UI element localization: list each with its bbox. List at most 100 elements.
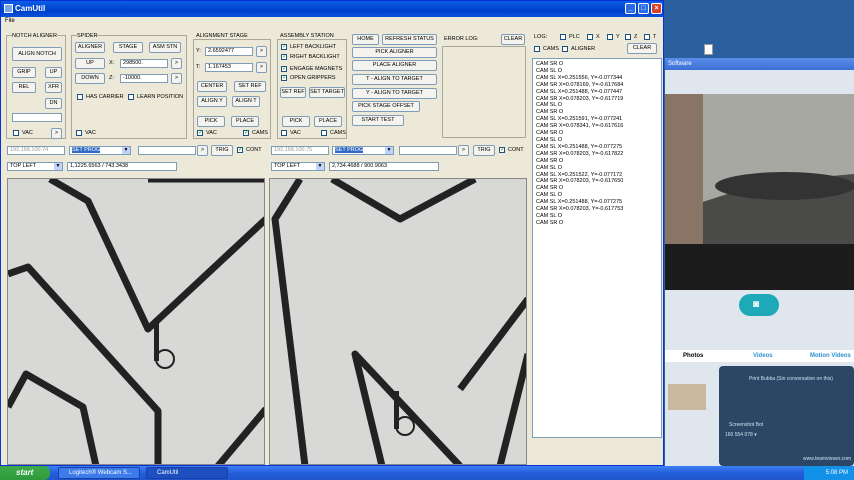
x-checkbox[interactable] xyxy=(587,34,593,40)
stage-t-input[interactable]: 1.167453 xyxy=(205,63,253,72)
assembly-vac-checkbox[interactable] xyxy=(281,130,287,136)
left-cont-checkbox[interactable] xyxy=(237,146,243,153)
spider-x-arrow[interactable]: > xyxy=(171,58,182,69)
right-backlight-checkbox[interactable] xyxy=(281,53,287,60)
spider-vac-checkbox[interactable] xyxy=(76,130,82,136)
y-label: Y xyxy=(616,34,620,40)
log-clear-button[interactable]: CLEAR xyxy=(627,43,657,54)
stage-t-arrow[interactable]: > xyxy=(256,62,267,73)
left-prog-input[interactable] xyxy=(138,146,196,155)
pick-stage-offset-button[interactable]: PICK STAGE OFFSET xyxy=(352,101,420,112)
error-clear-button[interactable]: CLEAR xyxy=(501,34,525,45)
stage-set-ref-button[interactable]: SET REF xyxy=(234,81,266,92)
notch-arrow-button[interactable]: > xyxy=(51,128,62,139)
notch-vac-checkbox[interactable] xyxy=(13,130,19,136)
right-origin-select[interactable]: TOP LEFT ▼ xyxy=(271,162,325,171)
spider-stage-button[interactable]: STAGE xyxy=(113,42,143,53)
left-camera-view[interactable] xyxy=(7,178,265,465)
spider-vac-label: VAC xyxy=(85,130,96,136)
assembly-place-button[interactable]: PLACE xyxy=(314,116,342,127)
notch-dn-button[interactable]: DN xyxy=(45,98,62,109)
log-line: CAM SL X=0.251488, Y=-0.077275 xyxy=(536,143,623,150)
stage-cams-checkbox[interactable] xyxy=(243,129,249,136)
spider-up-button[interactable]: UP xyxy=(75,58,105,69)
start-test-button[interactable]: START TEST xyxy=(352,115,404,126)
center-button[interactable]: CENTER xyxy=(197,81,227,92)
notch-up-button[interactable]: UP xyxy=(45,67,62,78)
left-set-prog-select[interactable]: SET PROG ▼ xyxy=(69,146,131,155)
t-checkbox[interactable] xyxy=(644,34,650,40)
aligner-log-checkbox[interactable] xyxy=(562,46,568,52)
plc-checkbox[interactable] xyxy=(560,34,566,40)
right-prog-arrow[interactable]: > xyxy=(458,145,469,156)
align-t-button[interactable]: ALIGN T xyxy=(232,96,260,107)
rel-button[interactable]: REL xyxy=(12,82,36,93)
set-target-button[interactable]: SET TARGET xyxy=(309,87,345,98)
z-checkbox[interactable] xyxy=(625,34,631,40)
maximize-button[interactable]: □ xyxy=(638,3,649,14)
log-line: CAM SR O xyxy=(536,109,564,116)
assembly-pick-button[interactable]: PICK xyxy=(282,116,310,127)
right-cam-ip[interactable]: 192.168.100.75 xyxy=(271,146,329,155)
t-align-target-button[interactable]: T - ALIGN TO TARGET xyxy=(352,74,437,85)
y-checkbox[interactable] xyxy=(607,34,613,40)
tab-motion-videos[interactable]: Motion Videos xyxy=(810,353,851,359)
left-trig-button[interactable]: TRIG xyxy=(211,145,233,156)
right-cont-checkbox[interactable] xyxy=(499,146,505,153)
tab-photos[interactable]: Photos xyxy=(683,353,703,359)
spider-x-input[interactable]: 298500. xyxy=(120,59,168,68)
align-notch-button[interactable]: ALIGN NOTCH xyxy=(12,47,62,61)
tv-session-label: Screenshot Bot xyxy=(729,422,764,428)
stage-y-input[interactable]: 2.6592477 xyxy=(205,47,253,56)
photo-thumbnail[interactable] xyxy=(668,384,706,410)
stage-vac-checkbox[interactable] xyxy=(197,129,203,136)
start-button[interactable]: start xyxy=(0,466,50,480)
refresh-status-button[interactable]: REFRESH STATUS xyxy=(382,34,437,45)
engage-magnets-checkbox[interactable] xyxy=(281,65,287,72)
xfr-button[interactable]: XFR xyxy=(45,82,62,93)
asm-stn-button[interactable]: ASM STN xyxy=(149,42,181,53)
assembly-set-ref-button[interactable]: SET REF xyxy=(280,87,306,98)
grip-button[interactable]: GRIP xyxy=(12,67,36,78)
spider-aligner-button[interactable]: ALIGNER xyxy=(75,42,105,53)
stage-y-arrow[interactable]: > xyxy=(256,46,267,57)
left-cam-ip[interactable]: 192.168.100.74 xyxy=(7,146,65,155)
close-button[interactable]: × xyxy=(651,3,662,14)
home-button[interactable]: HOME xyxy=(352,34,379,45)
y-align-target-button[interactable]: Y - ALIGN TO TARGET xyxy=(352,88,437,99)
right-trig-button[interactable]: TRIG xyxy=(473,145,495,156)
title-bar: CamUtil _ □ × xyxy=(1,1,663,17)
left-prog-arrow[interactable]: > xyxy=(197,145,208,156)
cams-log-checkbox[interactable] xyxy=(534,46,540,52)
pick-aligner-button[interactable]: PICK ALIGNER xyxy=(352,47,437,58)
spider-down-button[interactable]: DOWN xyxy=(75,73,105,84)
stage-place-button[interactable]: PLACE xyxy=(231,116,259,127)
desktop-file-icon[interactable] xyxy=(704,44,713,55)
right-set-prog-select[interactable]: SET PROG ▼ xyxy=(332,146,394,155)
menu-file[interactable]: File xyxy=(5,18,15,24)
notch-input[interactable] xyxy=(12,113,62,122)
stage-pick-button[interactable]: PICK xyxy=(197,116,225,127)
right-prog-input[interactable] xyxy=(399,146,457,155)
right-cont-label: CONT xyxy=(508,147,524,153)
minimize-button[interactable]: _ xyxy=(625,3,636,14)
log-line: CAM SL O xyxy=(536,102,563,109)
open-grippers-checkbox[interactable] xyxy=(281,74,287,81)
log-line: CAM SL X=0.251488, Y=-0.077275 xyxy=(536,199,623,206)
learn-position-checkbox[interactable] xyxy=(128,94,134,100)
notch-aligner-title: NOTCH ALIGNER xyxy=(12,33,57,39)
assembly-cams-checkbox[interactable] xyxy=(321,130,327,136)
has-carrier-checkbox[interactable] xyxy=(77,94,83,100)
place-aligner-button[interactable]: PLACE ALIGNER xyxy=(352,60,437,71)
align-y-button[interactable]: ALIGN Y xyxy=(197,96,227,107)
camera-capture-button[interactable]: ◙ xyxy=(739,294,779,316)
system-tray-clock: 5:08 PM xyxy=(804,466,854,480)
tab-videos[interactable]: Videos xyxy=(753,353,773,359)
left-origin-select[interactable]: TOP LEFT ▼ xyxy=(7,162,63,171)
left-backlight-checkbox[interactable] xyxy=(281,43,287,50)
right-camera-view[interactable] xyxy=(269,178,527,465)
spider-z-input[interactable]: -10000. xyxy=(120,74,168,83)
task-camutil[interactable]: CamUtil xyxy=(146,467,228,479)
spider-z-arrow[interactable]: > xyxy=(171,73,182,84)
task-logitech[interactable]: Logitech® Webcam S... xyxy=(58,467,140,479)
